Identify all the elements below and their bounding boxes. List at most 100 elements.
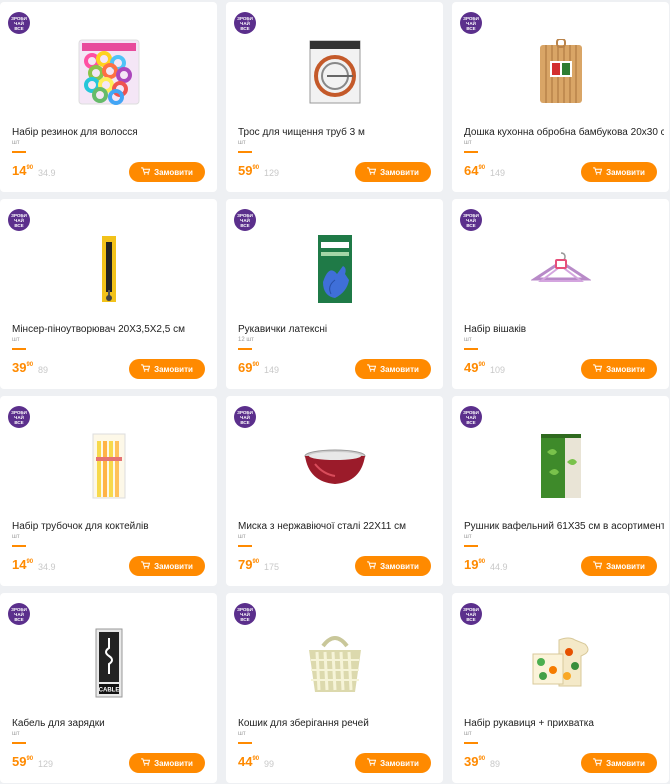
product-image-pipe-cable-icon[interactable] — [295, 32, 375, 112]
product-image-straws-icon[interactable] — [69, 426, 149, 506]
product-old-price: 149 — [490, 168, 506, 178]
product-old-price: 34.9 — [38, 562, 56, 572]
product-unit: шт — [464, 731, 472, 737]
product-unit: шт — [464, 140, 472, 146]
product-title[interactable]: Рушник вафельний 61Х35 см в асортименті — [464, 521, 664, 532]
product-unit: шт — [12, 140, 20, 146]
product-title[interactable]: Кабель для зарядки — [12, 718, 212, 729]
product-card[interactable]: ЗРОБИ ЧАЙ ВСЕ Миска з нержавіючої сталі 22… — [226, 396, 443, 586]
product-title[interactable]: Набір резинок для волосся — [12, 127, 212, 138]
cart-icon — [367, 758, 377, 768]
product-price: 3990 — [12, 360, 34, 375]
product-card[interactable]: ЗРОБИ ЧАЙ ВСЕ Мінсер-піноутворювач 20Х3,5Х… — [0, 199, 217, 389]
product-image-cable-icon[interactable]: CABLE — [69, 623, 149, 703]
cart-icon — [141, 167, 151, 177]
promo-badge-icon: ЗРОБИ ЧАЙ ВСЕ — [234, 209, 256, 231]
product-card[interactable]: ЗРОБИ ЧАЙ ВСЕ Набір рукавиця + прихватка ш… — [452, 593, 669, 783]
product-title[interactable]: Рукавички латексні — [238, 324, 438, 335]
product-title[interactable]: Трос для чищення труб 3 м — [238, 127, 438, 138]
product-price: 5990 — [12, 754, 34, 769]
order-button[interactable]: Замовити — [581, 162, 657, 182]
product-title[interactable]: Кошик для зберігання речей — [238, 718, 438, 729]
product-card[interactable]: ЗРОБИ ЧАЙ ВСЕ Дошка кухонна обробна бамбук… — [452, 2, 669, 192]
order-button[interactable]: Замовити — [129, 162, 205, 182]
svg-text:CABLE: CABLE — [98, 688, 119, 694]
product-image-cutting-board-icon[interactable] — [521, 32, 601, 112]
unit-underline — [464, 545, 478, 547]
promo-badge-icon: ЗРОБИ ЧАЙ ВСЕ — [8, 603, 30, 625]
product-price: 6990 — [238, 360, 260, 375]
product-image-basket-icon[interactable] — [295, 623, 375, 703]
order-button[interactable]: Замовити — [129, 359, 205, 379]
product-title[interactable]: Миска з нержавіючої сталі 22Х11 см — [238, 521, 438, 532]
product-old-price: 109 — [490, 365, 506, 375]
order-button[interactable]: Замовити — [355, 162, 431, 182]
product-unit: шт — [464, 534, 472, 540]
product-card[interactable]: ЗРОБИ ЧАЙ ВСЕ CABLE Кабель для зарядки шт … — [0, 593, 217, 783]
product-card[interactable]: ЗРОБИ ЧАЙ ВСЕ Рушник вафельний 61Х35 см в … — [452, 396, 669, 586]
cart-icon — [141, 758, 151, 768]
unit-underline — [238, 742, 252, 744]
product-card[interactable]: ЗРОБИ ЧАЙ ВСЕ Набір трубочок для коктейлів… — [0, 396, 217, 586]
product-card[interactable]: ЗРОБИ ЧАЙ ВСЕ Кошик для зберігання речей ш… — [226, 593, 443, 783]
product-old-price: 89 — [38, 365, 49, 375]
cart-icon — [593, 758, 603, 768]
product-image-oven-mitt-icon[interactable] — [521, 623, 601, 703]
product-card[interactable]: ЗРОБИ ЧАЙ ВСЕ Трос для чищення труб 3 м шт… — [226, 2, 443, 192]
product-price: 7990 — [238, 557, 260, 572]
product-card[interactable]: ЗРОБИ ЧАЙ ВСЕ Набір вішаків шт 4990 109 За… — [452, 199, 669, 389]
product-price: 1990 — [464, 557, 486, 572]
order-button[interactable]: Замовити — [129, 753, 205, 773]
product-title[interactable]: Дошка кухонна обробна бамбукова 20х30 см — [464, 127, 664, 138]
promo-badge-icon: ЗРОБИ ЧАЙ ВСЕ — [460, 406, 482, 428]
product-image-gloves-icon[interactable] — [295, 229, 375, 309]
product-old-price: 34.9 — [38, 168, 56, 178]
product-title[interactable]: Набір рукавиця + прихватка — [464, 718, 664, 729]
unit-underline — [464, 348, 478, 350]
order-button[interactable]: Замовити — [355, 753, 431, 773]
unit-underline — [464, 151, 478, 153]
product-title[interactable]: Мінсер-піноутворювач 20Х3,5Х2,5 см — [12, 324, 212, 335]
unit-underline — [238, 151, 252, 153]
promo-badge-icon: ЗРОБИ ЧАЙ ВСЕ — [234, 12, 256, 34]
product-image-towel-icon[interactable] — [521, 426, 601, 506]
product-unit: шт — [12, 534, 20, 540]
unit-underline — [12, 348, 26, 350]
product-price: 1490 — [12, 557, 34, 572]
cart-icon — [593, 167, 603, 177]
promo-badge-icon: ЗРОБИ ЧАЙ ВСЕ — [8, 12, 30, 34]
promo-badge-icon: ЗРОБИ ЧАЙ ВСЕ — [460, 603, 482, 625]
order-button[interactable]: Замовити — [355, 359, 431, 379]
promo-badge-icon: ЗРОБИ ЧАЙ ВСЕ — [8, 406, 30, 428]
product-image-bowl-icon[interactable] — [295, 426, 375, 506]
product-unit: шт — [464, 337, 472, 343]
product-unit: шт — [238, 534, 246, 540]
order-button[interactable]: Замовити — [129, 556, 205, 576]
product-image-milk-frother-icon[interactable] — [69, 229, 149, 309]
product-price: 1490 — [12, 163, 34, 178]
order-button[interactable]: Замовити — [581, 753, 657, 773]
order-button[interactable]: Замовити — [355, 556, 431, 576]
product-image-hanger-icon[interactable] — [521, 229, 601, 309]
order-button[interactable]: Замовити — [581, 359, 657, 379]
product-grid: ЗРОБИ ЧАЙ ВСЕ Набір резинок для волосся шт… — [0, 0, 670, 784]
product-old-price: 44.9 — [490, 562, 508, 572]
product-title[interactable]: Набір вішаків — [464, 324, 664, 335]
product-title[interactable]: Набір трубочок для коктейлів — [12, 521, 212, 532]
product-unit: 12 шт — [238, 337, 254, 343]
unit-underline — [238, 545, 252, 547]
unit-underline — [12, 151, 26, 153]
product-old-price: 129 — [264, 168, 280, 178]
product-image-hair-ties-icon[interactable] — [69, 32, 149, 112]
product-card[interactable]: ЗРОБИ ЧАЙ ВСЕ Набір резинок для волосся шт… — [0, 2, 217, 192]
product-unit: шт — [238, 140, 246, 146]
unit-underline — [12, 545, 26, 547]
unit-underline — [12, 742, 26, 744]
promo-badge-icon: ЗРОБИ ЧАЙ ВСЕ — [460, 209, 482, 231]
promo-badge-icon: ЗРОБИ ЧАЙ ВСЕ — [460, 12, 482, 34]
product-card[interactable]: ЗРОБИ ЧАЙ ВСЕ Рукавички латексні 12 шт 699… — [226, 199, 443, 389]
product-price: 4990 — [464, 360, 486, 375]
promo-badge-icon: ЗРОБИ ЧАЙ ВСЕ — [234, 603, 256, 625]
order-button[interactable]: Замовити — [581, 556, 657, 576]
product-price: 6490 — [464, 163, 486, 178]
